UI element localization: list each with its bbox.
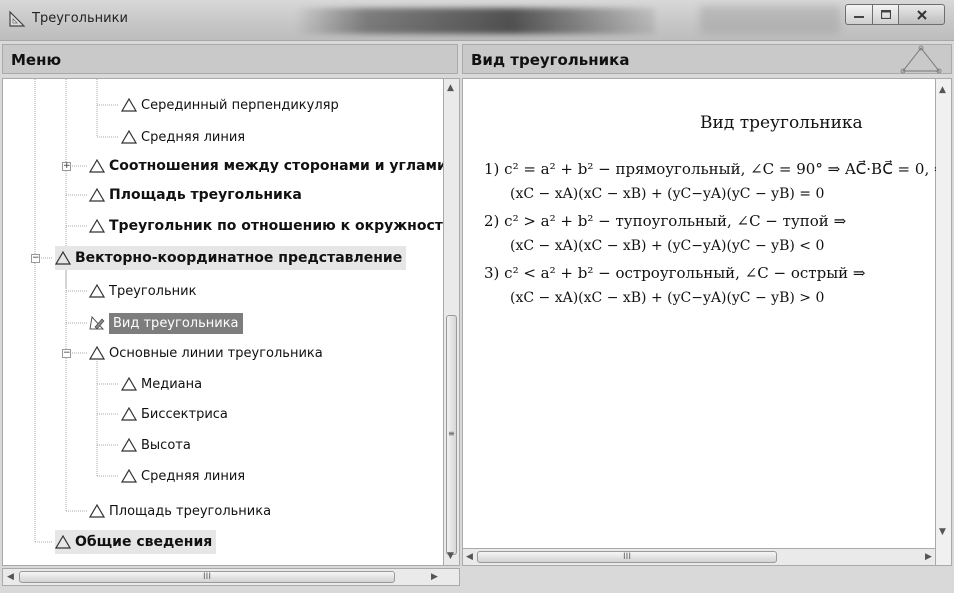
content-panel-title: Вид треугольника bbox=[471, 51, 630, 69]
tree-item-label: Основные линии треугольника bbox=[109, 345, 323, 361]
title-bar: Треугольники bbox=[0, 0, 954, 41]
maximize-icon bbox=[880, 10, 891, 19]
minimize-button[interactable] bbox=[845, 4, 873, 25]
triangle-icon bbox=[121, 407, 137, 421]
tree-horizontal-scrollbar[interactable]: ◀ III ▶ bbox=[2, 568, 460, 586]
tree-item-midline[interactable]: Средняя линия bbox=[121, 125, 245, 149]
scroll-left-arrow-icon[interactable]: ◀ bbox=[7, 572, 14, 582]
scroll-down-arrow-icon[interactable]: ▼ bbox=[939, 527, 946, 537]
scroll-right-arrow-icon[interactable]: ▶ bbox=[431, 572, 438, 582]
triangle-icon bbox=[121, 438, 137, 452]
set-square-icon bbox=[9, 10, 26, 27]
formula-line: 3) c² < a² + b² − остроугольный, ∠C − ос… bbox=[484, 264, 866, 282]
scroll-grip: III bbox=[203, 572, 211, 582]
tree-item-label: Средняя линия bbox=[141, 468, 246, 484]
tree-item-label: Вид треугольника bbox=[109, 312, 243, 334]
tree-item-label: Серединный перпендикуляр bbox=[141, 97, 339, 113]
scroll-right-arrow-icon[interactable]: ▶ bbox=[925, 552, 932, 562]
tree-item-label: Биссектриса bbox=[141, 406, 228, 422]
tree-item-label: Высота bbox=[141, 437, 191, 453]
menu-panel-header: Меню bbox=[2, 44, 458, 74]
close-icon bbox=[916, 9, 927, 20]
tree-item-vector-coordinate[interactable]: Векторно-координатное представление bbox=[55, 246, 407, 270]
tree-item-label: Общие сведения bbox=[75, 534, 213, 550]
minimize-icon bbox=[854, 15, 864, 18]
tree-item-triangle-type[interactable]: Вид треугольника bbox=[89, 311, 243, 335]
triangle-icon bbox=[89, 284, 105, 298]
tree-item-altitude[interactable]: Высота bbox=[121, 433, 191, 457]
scroll-up-arrow-icon[interactable]: ▲ bbox=[939, 85, 946, 95]
triangle-icon bbox=[121, 98, 137, 112]
menu-panel-title: Меню bbox=[11, 51, 62, 69]
tree-item-label: Площадь треугольника bbox=[109, 187, 302, 203]
maximize-button[interactable] bbox=[872, 4, 899, 25]
expand-toggle[interactable]: + bbox=[62, 162, 71, 171]
triangle-icon bbox=[89, 219, 105, 233]
tree-item-label: Треугольник bbox=[109, 283, 197, 299]
collapse-toggle[interactable]: − bbox=[31, 254, 40, 263]
collapse-toggle[interactable]: − bbox=[62, 349, 71, 358]
triangle-icon bbox=[89, 346, 105, 360]
tree-item-triangle[interactable]: Треугольник bbox=[89, 279, 196, 303]
triangle-icon bbox=[121, 130, 137, 144]
triangle-icon bbox=[89, 188, 105, 202]
formula-line: (xC − xA)(xC − xB) + (yC−yA)(yC − yB) > … bbox=[510, 290, 825, 306]
grip-icon: ≡ bbox=[448, 429, 455, 438]
pencil-icon bbox=[89, 316, 105, 330]
scroll-up-arrow-icon[interactable]: ▲ bbox=[447, 83, 454, 93]
menu-tree[interactable]: + − − Серединный перпендикуляр Средняя л… bbox=[2, 78, 444, 566]
formula-line: 2) c² > a² + b² − тупоугольный, ∠C − туп… bbox=[484, 212, 847, 230]
tree-item-label: Треугольник по отношению к окружности bbox=[109, 218, 444, 234]
triangle-icon bbox=[121, 469, 137, 483]
triangle-logo-icon bbox=[900, 45, 942, 74]
tree-item-bisector[interactable]: Биссектриса bbox=[121, 402, 228, 426]
triangle-icon bbox=[121, 377, 137, 391]
tree-item-general-info[interactable]: Общие сведения bbox=[55, 530, 217, 554]
tree-vertical-scrollbar[interactable]: ▲ ≡ ▼ bbox=[444, 78, 460, 566]
triangle-icon bbox=[89, 504, 105, 518]
tree-item-side-angle-relations[interactable]: Соотношения между сторонами и углами т| bbox=[89, 154, 444, 178]
tree-item-label: Средняя линия bbox=[141, 129, 246, 145]
tree-item-perpendicular-bisector[interactable]: Серединный перпендикуляр bbox=[121, 93, 339, 117]
tree-item-area-2[interactable]: Площадь треугольника bbox=[89, 499, 271, 523]
formula-line: (xC − xA)(xC − xB) + (yC−yA)(yC − yB) < … bbox=[510, 238, 825, 254]
tree-item-main-lines[interactable]: Основные линии треугольника bbox=[89, 341, 323, 365]
triangle-icon bbox=[55, 535, 71, 549]
scroll-thumb[interactable]: III bbox=[477, 551, 777, 563]
scroll-left-arrow-icon[interactable]: ◀ bbox=[466, 552, 473, 562]
triangle-icon bbox=[89, 159, 105, 173]
triangle-icon bbox=[55, 251, 71, 265]
document-view bbox=[462, 78, 936, 566]
tree-item-triangle-circle[interactable]: Треугольник по отношению к окружности bbox=[89, 214, 444, 238]
tree-item-label: Векторно-координатное представление bbox=[75, 250, 403, 266]
close-button[interactable] bbox=[898, 4, 945, 25]
scroll-thumb[interactable]: III bbox=[19, 571, 395, 583]
window-title: Треугольники bbox=[32, 11, 128, 26]
tree-item-label: Соотношения между сторонами и углами т| bbox=[109, 158, 444, 174]
background-blur bbox=[700, 6, 840, 34]
tree-item-label: Медиана bbox=[141, 376, 203, 392]
scroll-down-arrow-icon[interactable]: ▼ bbox=[447, 551, 454, 561]
content-panel-header: Вид треугольника bbox=[462, 44, 952, 74]
formula-line: 1) c² = a² + b² − прямоугольный, ∠C = 90… bbox=[484, 160, 947, 178]
formula-line: (xC − xA)(xC − xB) + (yC−yA)(yC − yB) = … bbox=[510, 186, 825, 202]
scroll-grip: III bbox=[623, 552, 631, 562]
document-heading: Вид треугольника bbox=[700, 113, 863, 133]
tree-item-median[interactable]: Медиана bbox=[121, 372, 202, 396]
background-blur bbox=[295, 8, 655, 34]
document-vertical-scrollbar[interactable]: ▲ ▼ bbox=[936, 78, 952, 566]
tree-item-midline-2[interactable]: Средняя линия bbox=[121, 464, 245, 488]
tree-item-label: Площадь треугольника bbox=[109, 503, 272, 519]
tree-item-triangle-area[interactable]: Площадь треугольника bbox=[89, 183, 302, 207]
document-horizontal-scrollbar[interactable]: ◀ III ▶ bbox=[462, 548, 936, 566]
